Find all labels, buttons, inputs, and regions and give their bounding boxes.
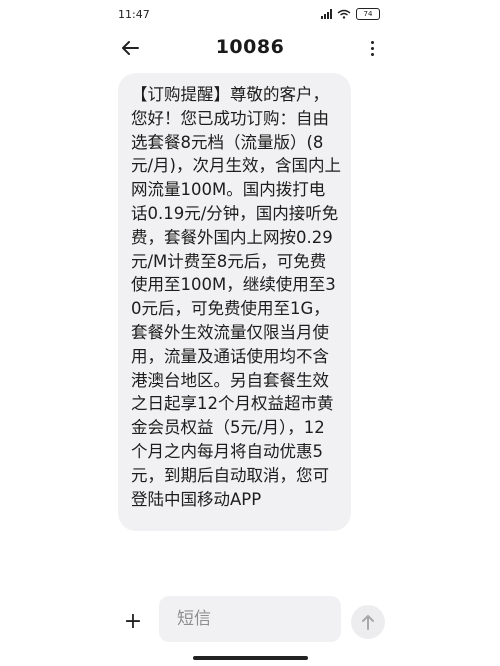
- message-bubble[interactable]: 【订购提醒】尊敬的客户，您好！您已成功订购：自由选套餐8元档（流量版）(8元/月…: [118, 73, 351, 532]
- send-button[interactable]: [351, 605, 385, 639]
- app-header: 10086: [0, 30, 500, 68]
- input-bar: +: [0, 592, 500, 644]
- add-attachment-button[interactable]: +: [118, 608, 148, 638]
- more-button[interactable]: [362, 36, 382, 60]
- message-input[interactable]: [159, 596, 341, 642]
- home-indicator[interactable]: [193, 656, 308, 660]
- more-vertical-icon: [370, 40, 374, 44]
- contact-title: 10086: [215, 36, 285, 58]
- status-bar: 11:47 74: [0, 0, 500, 32]
- plus-icon: +: [123, 609, 143, 634]
- battery-icon: 74: [356, 8, 380, 20]
- conversation-area[interactable]: 【订购提醒】尊敬的客户，您好！您已成功订购：自由选套餐8元档（流量版）(8元/月…: [0, 70, 500, 582]
- signal-icon: [321, 9, 332, 19]
- arrow-up-icon: [362, 615, 374, 630]
- status-icons: 74: [321, 8, 380, 20]
- wifi-icon: [337, 9, 351, 19]
- status-time: 11:47: [118, 8, 150, 21]
